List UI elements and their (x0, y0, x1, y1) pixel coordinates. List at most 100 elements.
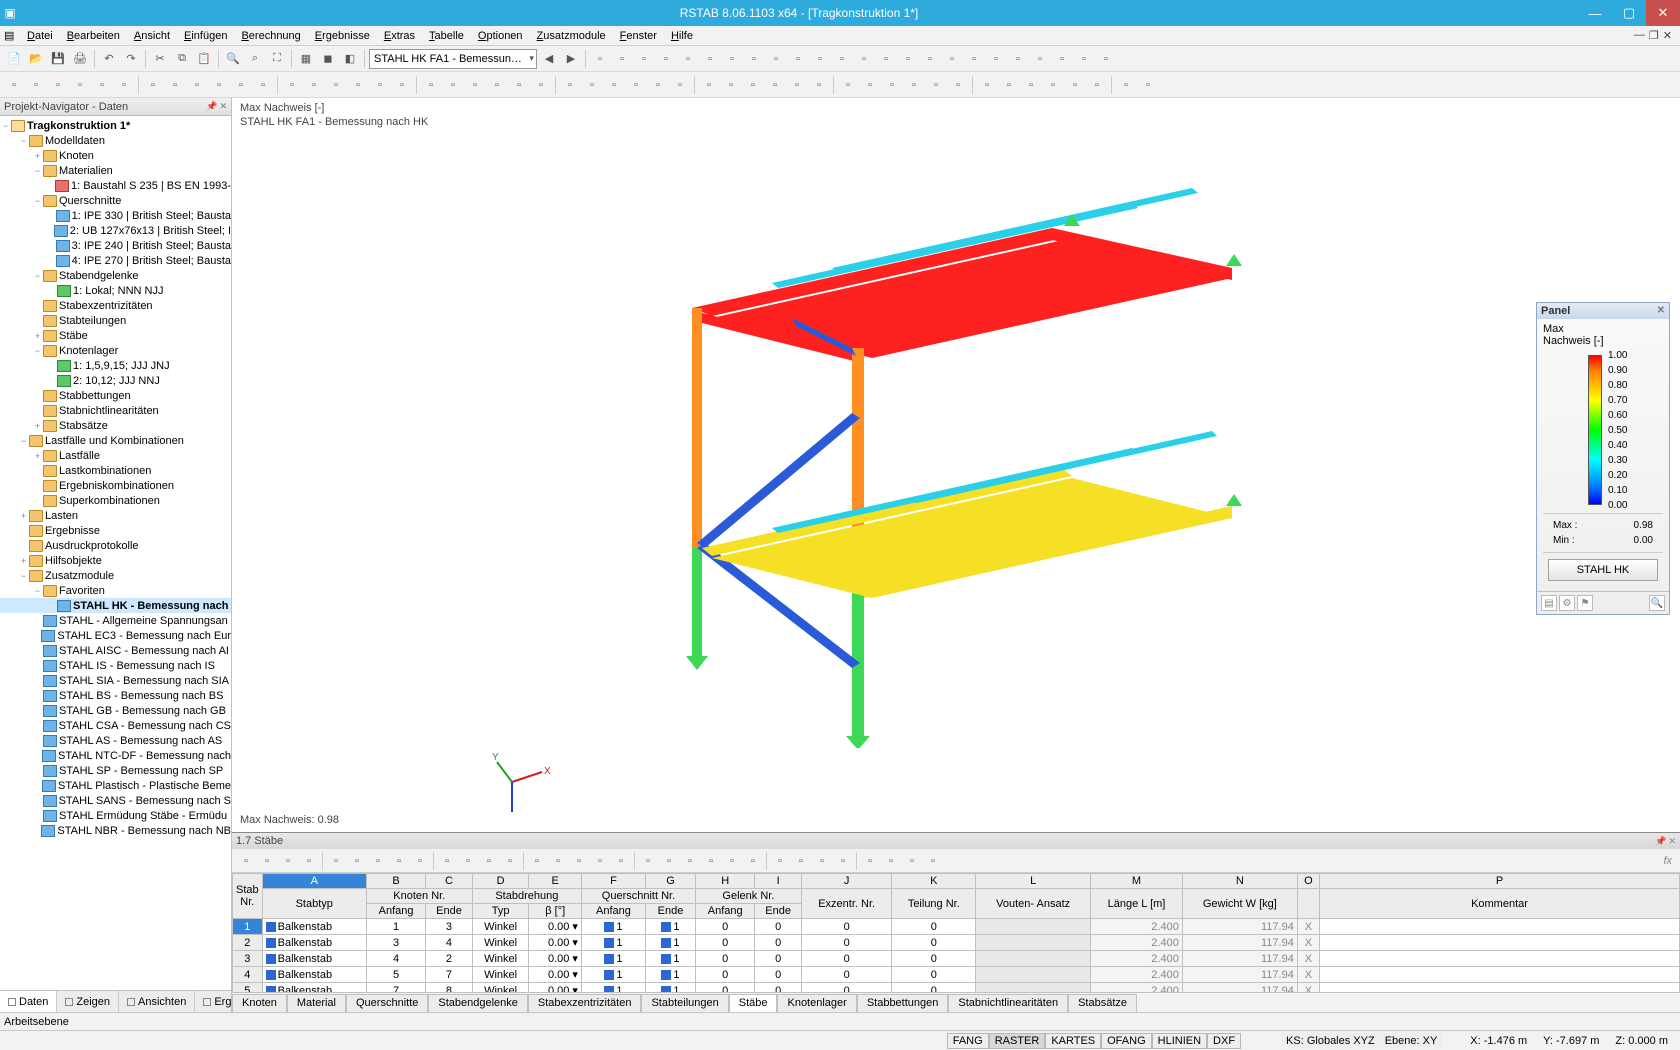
tool-22-icon[interactable]: ▫ (1074, 49, 1094, 69)
tool-23-icon[interactable]: ▫ (1096, 49, 1116, 69)
tool2-16-icon[interactable]: ▫ (370, 75, 390, 95)
ttool-30-icon[interactable]: ▫ (902, 851, 922, 871)
tree-item[interactable]: STAHL - Allgemeine Spannungsan (0, 613, 231, 628)
tool-9-icon[interactable]: ▫ (788, 49, 808, 69)
ttool-10-icon[interactable]: ▫ (458, 851, 478, 871)
tool2-45-icon[interactable]: ▫ (1043, 75, 1063, 95)
tree-item[interactable]: STAHL HK - Bemessung nach (0, 598, 231, 613)
tree-item[interactable]: 3: IPE 240 | British Steel; Bausta (0, 238, 231, 253)
ttool-9-icon[interactable]: ▫ (437, 851, 457, 871)
solid-icon[interactable]: ◼ (318, 49, 338, 69)
tree-item[interactable]: STAHL SIA - Bemessung nach SIA (0, 673, 231, 688)
ttool-11-icon[interactable]: ▫ (479, 851, 499, 871)
menu-zusatzmodule[interactable]: Zusatzmodule (530, 28, 613, 44)
ttool-0-icon[interactable]: ▫ (236, 851, 256, 871)
tool-18-icon[interactable]: ▫ (986, 49, 1006, 69)
next-icon[interactable]: ▶ (561, 49, 581, 69)
tree-item[interactable]: Stabexzentrizitäten (0, 298, 231, 313)
mdi-restore[interactable]: ❐ (1649, 29, 1659, 42)
tool2-12-icon[interactable]: ▫ (282, 75, 302, 95)
ttool-24-icon[interactable]: ▫ (770, 851, 790, 871)
tool2-48-icon[interactable]: ▫ (1116, 75, 1136, 95)
tool2-1-icon[interactable]: ▫ (26, 75, 46, 95)
zoom-window-icon[interactable]: ⌕ (245, 49, 265, 69)
ttool-7-icon[interactable]: ▫ (389, 851, 409, 871)
tool2-32-icon[interactable]: ▫ (743, 75, 763, 95)
tree-item[interactable]: 1: Baustahl S 235 | BS EN 1993- (0, 178, 231, 193)
tool2-2-icon[interactable]: ▫ (48, 75, 68, 95)
status-toggle-raster[interactable]: RASTER (989, 1033, 1046, 1049)
table-row[interactable]: 4 Balkenstab 57 Winkel0.00 ▾ 11 0000 2.4… (233, 967, 1680, 983)
tree-item[interactable]: −Materialien (0, 163, 231, 178)
tree-item[interactable]: STAHL Plastisch - Plastische Beme (0, 778, 231, 793)
tree-item[interactable]: 2: UB 127x76x13 | British Steel; I (0, 223, 231, 238)
tree-item[interactable]: +Knoten (0, 148, 231, 163)
tool-13-icon[interactable]: ▫ (876, 49, 896, 69)
tool-1-icon[interactable]: ▫ (612, 49, 632, 69)
nav-tab-ansichten[interactable]: Ansichten (119, 991, 195, 1012)
tool-8-icon[interactable]: ▫ (766, 49, 786, 69)
ttool-28-icon[interactable]: ▫ (860, 851, 880, 871)
cut-icon[interactable]: ✂ (150, 49, 170, 69)
tool-19-icon[interactable]: ▫ (1008, 49, 1028, 69)
wireframe-icon[interactable]: ▦ (296, 49, 316, 69)
tree-item[interactable]: −Lastfälle und Kombinationen (0, 433, 231, 448)
tool-4-icon[interactable]: ▫ (678, 49, 698, 69)
ttool-4-icon[interactable]: ▫ (326, 851, 346, 871)
tree-item[interactable]: STAHL AISC - Bemessung nach AI (0, 643, 231, 658)
table-tab-material[interactable]: Material (287, 994, 346, 1012)
ttool-16-icon[interactable]: ▫ (590, 851, 610, 871)
tool2-19-icon[interactable]: ▫ (443, 75, 463, 95)
ttool-2-icon[interactable]: ▫ (278, 851, 298, 871)
ttool-6-icon[interactable]: ▫ (368, 851, 388, 871)
redo-icon[interactable]: ↷ (121, 49, 141, 69)
tool2-20-icon[interactable]: ▫ (465, 75, 485, 95)
tool2-39-icon[interactable]: ▫ (904, 75, 924, 95)
ttool-22-icon[interactable]: ▫ (722, 851, 742, 871)
table-tab-stabbettungen[interactable]: Stabbettungen (857, 994, 949, 1012)
tool2-43-icon[interactable]: ▫ (999, 75, 1019, 95)
tree-item[interactable]: 2: 10,12; JJJ NNJ (0, 373, 231, 388)
panel-zoom-icon[interactable]: 🔍 (1649, 595, 1665, 611)
tool2-28-icon[interactable]: ▫ (648, 75, 668, 95)
tool2-35-icon[interactable]: ▫ (809, 75, 829, 95)
tool2-0-icon[interactable]: ▫ (4, 75, 24, 95)
tool2-38-icon[interactable]: ▫ (882, 75, 902, 95)
tree-item[interactable]: STAHL GB - Bemessung nach GB (0, 703, 231, 718)
tool-16-icon[interactable]: ▫ (942, 49, 962, 69)
ttool-27-icon[interactable]: ▫ (833, 851, 853, 871)
panel-scale-icon[interactable]: ▤ (1541, 595, 1557, 611)
table-row[interactable]: 2 Balkenstab 34 Winkel0.00 ▾ 11 0000 2.4… (233, 935, 1680, 951)
tool-5-icon[interactable]: ▫ (700, 49, 720, 69)
tool2-4-icon[interactable]: ▫ (92, 75, 112, 95)
table-close-icon[interactable]: ✕ (1668, 836, 1676, 847)
close-button[interactable]: ✕ (1646, 0, 1680, 26)
ttool-17-icon[interactable]: ▫ (611, 851, 631, 871)
tool2-29-icon[interactable]: ▫ (670, 75, 690, 95)
tool-0-icon[interactable]: ▫ (590, 49, 610, 69)
menu-berechnung[interactable]: Berechnung (234, 28, 307, 44)
tree-item[interactable]: −Knotenlager (0, 343, 231, 358)
tool2-36-icon[interactable]: ▫ (838, 75, 858, 95)
tool-2-icon[interactable]: ▫ (634, 49, 654, 69)
table-row[interactable]: 1 Balkenstab 13 Winkel0.00 ▾ 11 0000 2.4… (233, 919, 1680, 935)
tool2-14-icon[interactable]: ▫ (326, 75, 346, 95)
panel-module-button[interactable]: STAHL HK (1548, 559, 1658, 581)
tree-item[interactable]: −Modelldaten (0, 133, 231, 148)
menu-extras[interactable]: Extras (377, 28, 422, 44)
table-row[interactable]: 5 Balkenstab 78 Winkel0.00 ▾ 11 0000 2.4… (233, 983, 1680, 993)
tree-item[interactable]: STAHL AS - Bemessung nach AS (0, 733, 231, 748)
table-tab-stabsätze[interactable]: Stabsätze (1068, 994, 1137, 1012)
ttool-3-icon[interactable]: ▫ (299, 851, 319, 871)
tree-item[interactable]: Ergebniskombinationen (0, 478, 231, 493)
table-tab-stabendgelenke[interactable]: Stabendgelenke (428, 994, 528, 1012)
menu-bearbeiten[interactable]: Bearbeiten (60, 28, 127, 44)
tool-21-icon[interactable]: ▫ (1052, 49, 1072, 69)
tool2-34-icon[interactable]: ▫ (787, 75, 807, 95)
tool2-8-icon[interactable]: ▫ (187, 75, 207, 95)
tree-item[interactable]: +Stabsätze (0, 418, 231, 433)
render-icon[interactable]: ◧ (340, 49, 360, 69)
tree-item[interactable]: Stabnichtlinearitäten (0, 403, 231, 418)
tool2-46-icon[interactable]: ▫ (1065, 75, 1085, 95)
tool2-5-icon[interactable]: ▫ (114, 75, 134, 95)
